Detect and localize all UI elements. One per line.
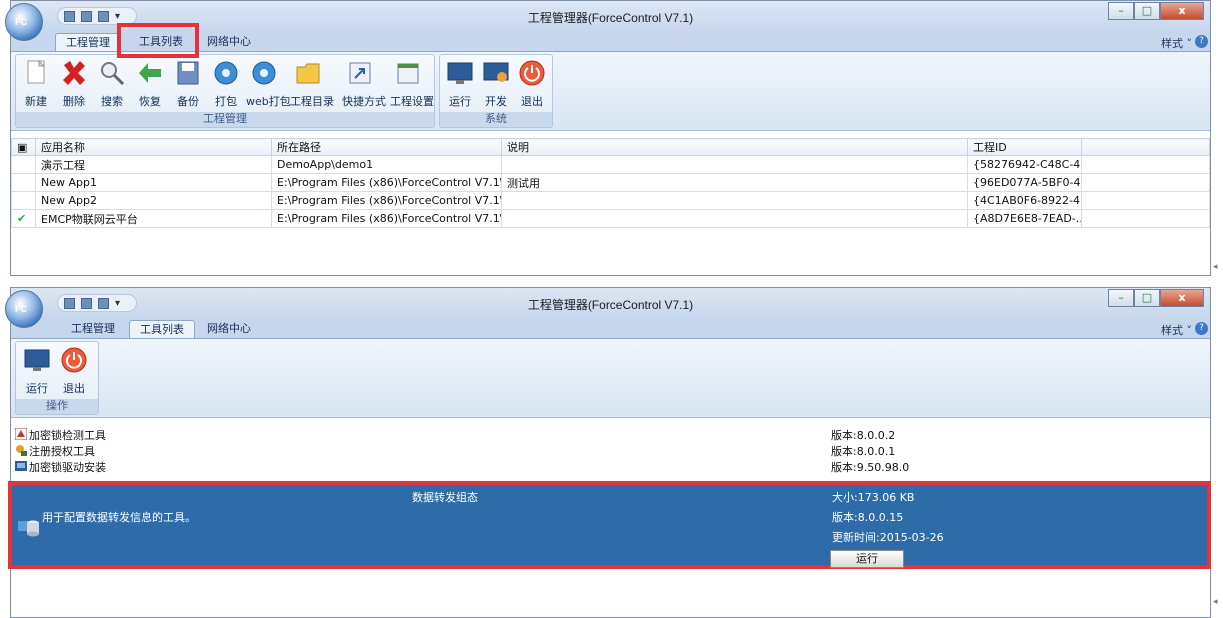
column-header-path[interactable]: 所在路径 <box>271 138 502 156</box>
style-menu[interactable]: 样式 ˅ <box>1161 35 1192 51</box>
run-button[interactable]: 运行 <box>442 59 478 109</box>
tool-list-panel: ▾ 工程管理器(ForceControl V7.1) – □ x 工程管理 工具… <box>0 287 1223 618</box>
web-pack-button[interactable]: web打包 <box>246 59 291 109</box>
ribbon-group-system: 运行 开发 退出 系统 <box>439 54 553 128</box>
highlight-tool-list-tab <box>117 23 199 58</box>
help-icon[interactable]: ? <box>1195 35 1208 48</box>
selected-tool-version: 版本:8.0.0.15 <box>832 511 904 524</box>
tool-list: 加密锁检测工具 版本:8.0.0.2 注册授权工具 版本:8.0.0.1 加密锁… <box>11 426 1210 474</box>
close-button[interactable]: x <box>1160 289 1204 307</box>
ribbon-group-project: 新建 删除 搜索 恢复 备份 打包 web打包 工程目录 快捷方式 工程设置 工… <box>15 54 435 128</box>
project-manager-panel: ▾ 工程管理器(ForceControl V7.1) – □ x 工程管理 工具… <box>0 0 1223 276</box>
ribbon: 新建 删除 搜索 恢复 备份 打包 web打包 工程目录 快捷方式 工程设置 工… <box>11 51 1210 131</box>
search-button[interactable]: 搜索 <box>94 59 130 109</box>
default-check-icon: ✔ <box>11 209 36 228</box>
new-file-icon <box>22 59 50 87</box>
disc-icon <box>212 59 240 87</box>
run-tool-button[interactable]: 运行 <box>830 550 904 568</box>
tab-project-management[interactable]: 工程管理 <box>61 320 125 338</box>
new-button[interactable]: 新建 <box>18 59 54 109</box>
monitor-run-icon <box>446 59 474 87</box>
column-header-desc[interactable]: 说明 <box>501 138 968 156</box>
maximize-button[interactable]: □ <box>1134 289 1160 307</box>
minimize-button[interactable]: – <box>1108 2 1134 20</box>
project-directory-button[interactable]: 工程目录 <box>290 59 334 109</box>
restore-icon <box>136 59 164 87</box>
minimize-button[interactable]: – <box>1108 289 1134 307</box>
app-orb-button[interactable]: FC <box>5 3 43 41</box>
style-menu[interactable]: 样式 ˅ <box>1161 322 1192 338</box>
search-icon <box>98 59 126 87</box>
selected-tool-item[interactable]: 数据转发组态 用于配置数据转发信息的工具。 大小:173.06 KB 版本:8.… <box>8 481 1211 569</box>
tab-network-center[interactable]: 网络中心 <box>197 320 261 338</box>
power-icon <box>518 59 546 87</box>
tab-network-center[interactable]: 网络中心 <box>197 33 261 51</box>
scroll-arrow-icon[interactable]: ◂ <box>1213 262 1223 272</box>
default-check-icon <box>11 191 36 210</box>
table-header: ▣ 应用名称 所在路径 说明 工程ID <box>11 138 1210 156</box>
window-title: 工程管理器(ForceControl V7.1) <box>527 298 694 312</box>
restore-button[interactable]: 恢复 <box>132 59 168 109</box>
delete-button[interactable]: 删除 <box>56 59 92 109</box>
project-table: ▣ 应用名称 所在路径 说明 工程ID 演示工程 DemoApp\demo1 {… <box>11 138 1210 228</box>
dongle-check-icon <box>15 428 27 440</box>
project-settings-button[interactable]: 工程设置 <box>390 59 434 109</box>
register-icon <box>16 445 27 456</box>
window-controls: – □ x <box>1108 289 1204 307</box>
table-row[interactable]: New App2 E:\Program Files (x86)\ForceCon… <box>11 191 1210 210</box>
develop-button[interactable]: 开发 <box>478 59 514 109</box>
selected-tool-description: 用于配置数据转发信息的工具。 <box>42 511 196 524</box>
pack-button[interactable]: 打包 <box>208 59 244 109</box>
selected-tool-updated: 更新时间:2015-03-26 <box>832 531 944 544</box>
settings-icon <box>394 59 422 87</box>
monitor-develop-icon <box>482 59 510 87</box>
list-item[interactable]: 加密锁检测工具 版本:8.0.0.2 <box>11 426 1210 442</box>
tab-tool-list[interactable]: 工具列表 <box>129 320 195 338</box>
close-button[interactable]: x <box>1160 2 1204 20</box>
backup-button[interactable]: 备份 <box>170 59 206 109</box>
column-header-filler <box>1081 138 1210 156</box>
default-check-icon <box>11 173 36 192</box>
table-row[interactable]: 演示工程 DemoApp\demo1 {58276942-C48C-4... <box>11 155 1210 174</box>
selected-tool-size: 大小:173.06 KB <box>832 491 915 504</box>
table-row[interactable]: New App1 E:\Program Files (x86)\ForceCon… <box>11 173 1210 192</box>
tab-project-management[interactable]: 工程管理 <box>55 33 121 51</box>
folder-icon <box>294 59 322 87</box>
help-icon[interactable]: ? <box>1195 322 1208 335</box>
list-item[interactable]: 注册授权工具 版本:8.0.0.1 <box>11 442 1210 458</box>
group-label: 工程管理 <box>16 112 434 127</box>
database-icon <box>18 520 39 537</box>
column-header-id[interactable]: 工程ID <box>967 138 1082 156</box>
table-row[interactable]: ✔ EMCP物联网云平台 E:\Program Files (x86)\Forc… <box>11 209 1210 228</box>
column-header-name[interactable]: 应用名称 <box>35 138 272 156</box>
power-icon <box>60 346 88 374</box>
ribbon: 运行 退出 操作 <box>11 338 1210 418</box>
floppy-icon <box>174 59 202 87</box>
ribbon-group-operation: 运行 退出 操作 <box>15 341 99 415</box>
disc-icon <box>250 59 278 87</box>
group-label: 操作 <box>16 399 98 414</box>
scroll-arrow-icon[interactable]: ◂ <box>1213 597 1223 607</box>
exit-button[interactable]: 退出 <box>56 346 92 396</box>
driver-install-icon <box>15 461 27 471</box>
run-button[interactable]: 运行 <box>19 346 55 396</box>
ribbon-tabs: 工程管理 工具列表 网络中心 样式 ˅ ? <box>11 318 1210 338</box>
group-label: 系统 <box>440 112 552 127</box>
delete-icon <box>60 59 88 87</box>
default-check-icon <box>11 155 36 174</box>
shortcut-button[interactable]: 快捷方式 <box>342 59 386 109</box>
exit-button[interactable]: 退出 <box>514 59 550 109</box>
title-bar: ▾ 工程管理器(ForceControl V7.1) – □ x <box>11 288 1210 318</box>
selected-tool-title: 数据转发组态 <box>412 491 478 504</box>
app-orb-button[interactable]: FC <box>5 290 43 328</box>
shortcut-icon <box>346 59 374 87</box>
window-controls: – □ x <box>1108 2 1204 20</box>
monitor-run-icon <box>23 346 51 374</box>
list-item[interactable]: 加密锁驱动安装 版本:9.50.98.0 <box>11 458 1210 474</box>
maximize-button[interactable]: □ <box>1134 2 1160 20</box>
header-icon: ▣ <box>11 138 36 156</box>
